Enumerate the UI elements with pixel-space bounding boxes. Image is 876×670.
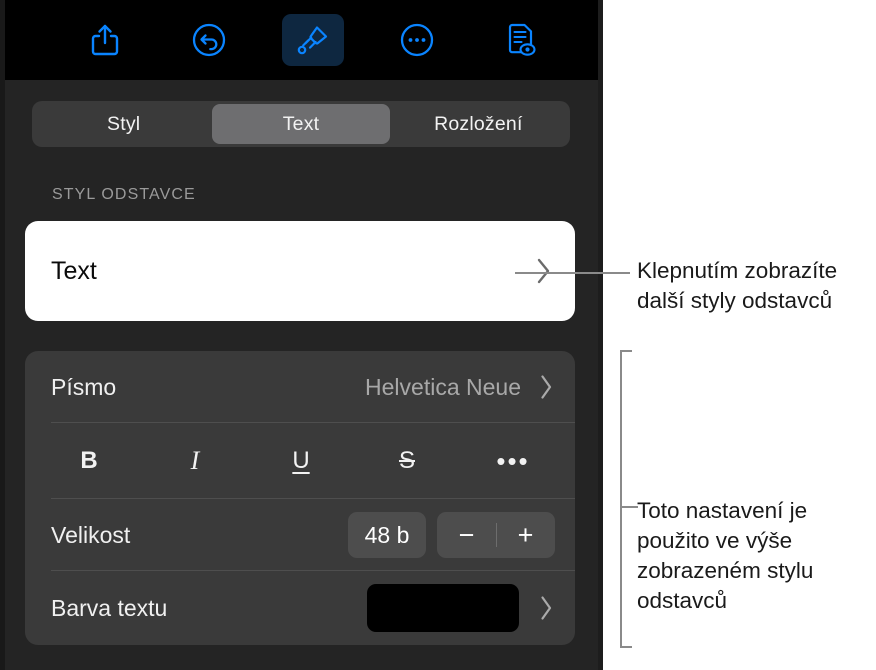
- bracket-top-arm: [620, 350, 632, 352]
- undo-icon: [192, 23, 226, 57]
- size-label: Velikost: [51, 521, 131, 548]
- document-preview-button[interactable]: [490, 14, 552, 66]
- bracket-bottom-arm: [620, 646, 632, 648]
- top-toolbar: [5, 0, 598, 80]
- share-icon: [90, 23, 120, 57]
- text-color-swatch[interactable]: [367, 584, 519, 632]
- share-button[interactable]: [74, 14, 136, 66]
- bracket-pointer-tick: [620, 506, 638, 508]
- panel-left-edge: [0, 0, 5, 670]
- format-inspector-panel: Styl Text Rozložení STYL ODSTAVCE Text P…: [0, 0, 603, 670]
- chevron-right-icon: [535, 256, 553, 286]
- size-row: Velikost 48 b − +: [25, 499, 575, 571]
- callout-bracket: [608, 350, 638, 648]
- bold-button[interactable]: B: [63, 447, 115, 475]
- paragraph-style-field[interactable]: Text: [25, 221, 575, 321]
- text-settings-card: Písmo Helvetica Neue B I U S ••• Velikos…: [25, 351, 575, 645]
- more-text-options-button[interactable]: •••: [487, 446, 539, 477]
- settings-applied-callout: Toto nastavení je použito ve výše zobraz…: [637, 498, 814, 613]
- paragraph-style-value: Text: [51, 256, 97, 285]
- size-increment-button[interactable]: +: [496, 512, 555, 558]
- chevron-right-icon: [519, 594, 555, 622]
- font-row[interactable]: Písmo Helvetica Neue: [25, 351, 575, 423]
- text-style-button-row: B I U S •••: [25, 423, 575, 499]
- inspector-tab-bar: Styl Text Rozložení: [32, 101, 570, 147]
- bracket-vertical-line: [620, 350, 622, 648]
- strikethrough-button[interactable]: S: [381, 447, 433, 475]
- text-color-row[interactable]: Barva textu: [25, 571, 575, 645]
- paragraph-style-heading: STYL ODSTAVCE: [52, 186, 196, 203]
- tab-text[interactable]: Text: [212, 104, 390, 144]
- tab-rozlozeni[interactable]: Rozložení: [390, 104, 567, 144]
- stepper-divider: [496, 523, 497, 547]
- italic-button[interactable]: I: [169, 446, 221, 476]
- panel-right-edge: [598, 0, 603, 670]
- callout-leader-line: [515, 272, 630, 274]
- more-options-button[interactable]: [386, 14, 448, 66]
- format-brush-icon: [296, 23, 330, 57]
- chevron-right-icon: [539, 373, 555, 401]
- size-stepper: − +: [437, 512, 555, 558]
- font-value: Helvetica Neue: [365, 373, 521, 400]
- format-brush-button[interactable]: [281, 14, 344, 66]
- undo-button[interactable]: [178, 14, 240, 66]
- font-label: Písmo: [51, 373, 117, 400]
- size-decrement-button[interactable]: −: [437, 512, 496, 558]
- underline-button[interactable]: U: [275, 447, 327, 475]
- size-value-field[interactable]: 48 b: [348, 512, 426, 558]
- paragraph-style-callout: Klepnutím zobrazíte další styly odstavců: [637, 258, 838, 313]
- text-color-label: Barva textu: [51, 594, 168, 621]
- document-preview-icon: [504, 22, 538, 58]
- tab-styl[interactable]: Styl: [35, 104, 212, 144]
- more-options-icon: [400, 23, 434, 57]
